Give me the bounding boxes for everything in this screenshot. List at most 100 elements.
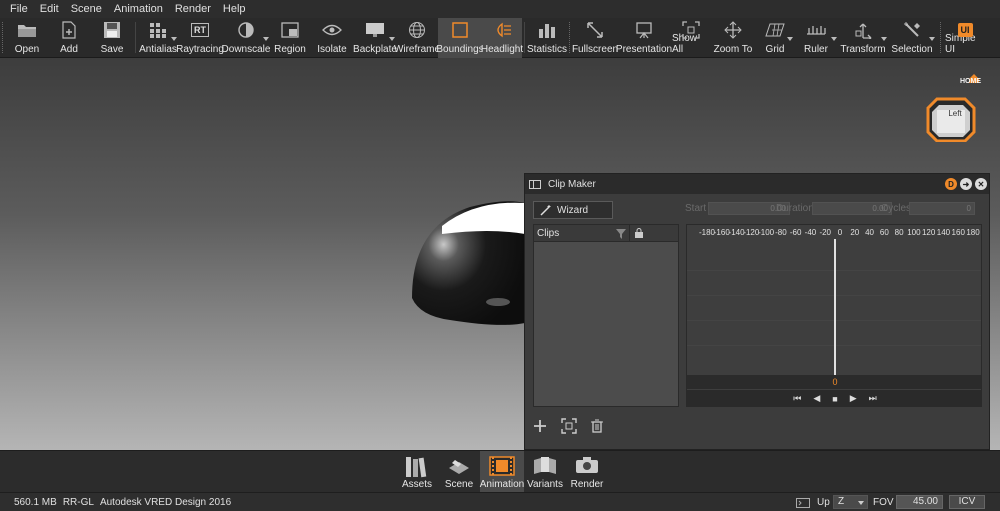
transport-controls: ⏮ ◀ ■ ▶ ⏭: [687, 390, 981, 406]
ruler-icon: [806, 21, 826, 39]
boundings-button[interactable]: Boundings: [436, 18, 484, 58]
dock-icon[interactable]: D: [945, 178, 957, 190]
icv-button[interactable]: ICV: [949, 495, 985, 509]
menu-edit[interactable]: Edit: [34, 0, 65, 18]
menu-animation[interactable]: Animation: [108, 0, 169, 18]
filter-icon[interactable]: [616, 229, 626, 239]
fov-field[interactable]: 45.00: [896, 495, 943, 509]
antialias-button[interactable]: Antialias: [138, 18, 178, 58]
simple-ui-button[interactable]: UI Simple UI: [945, 18, 985, 58]
chevron-down-icon[interactable]: [929, 37, 935, 41]
presentation-button[interactable]: Presentation: [616, 18, 672, 58]
arrow-right-icon[interactable]: ➜: [960, 178, 972, 190]
wizard-button[interactable]: Wizard: [533, 201, 613, 219]
toolbar-grip[interactable]: [940, 22, 943, 53]
variants-cards-icon: [534, 457, 556, 474]
headlight-button[interactable]: Headlight: [480, 18, 524, 58]
ruler-tick-label: 60: [879, 228, 889, 237]
ruler-tick-label: 80: [894, 228, 904, 237]
chevron-down-icon[interactable]: [787, 37, 793, 41]
lock-icon[interactable]: [635, 228, 643, 238]
skip-to-end-icon[interactable]: ⏭: [869, 393, 877, 404]
stop-icon[interactable]: ■: [832, 394, 837, 404]
terminal-icon[interactable]: [796, 498, 810, 508]
render-label: Render: [570, 479, 604, 490]
product-name: Autodesk VRED Design 2016: [99, 496, 232, 508]
zoom-to-label: Zoom To: [713, 44, 753, 55]
chevron-down-icon[interactable]: [263, 37, 269, 41]
downscale-button[interactable]: Downscale: [222, 18, 270, 58]
ruler-tick-label: -160: [713, 228, 730, 237]
save-label: Save: [100, 44, 124, 55]
raytracing-button[interactable]: RT Raytracing: [176, 18, 224, 58]
menu-help[interactable]: Help: [217, 0, 252, 18]
toolbar-grip[interactable]: [2, 22, 5, 53]
assets-module-button[interactable]: Assets: [395, 451, 439, 493]
open-button[interactable]: Open: [7, 18, 47, 58]
home-label[interactable]: HOME: [960, 78, 981, 85]
menu-render[interactable]: Render: [169, 0, 217, 18]
variants-module-button[interactable]: Variants: [523, 451, 567, 493]
add-clip-icon[interactable]: [533, 419, 547, 433]
column-divider: [629, 225, 630, 242]
transform-button[interactable]: Transform: [838, 18, 888, 58]
menu-scene[interactable]: Scene: [65, 0, 108, 18]
ruler-button[interactable]: Ruler: [794, 18, 838, 58]
save-button[interactable]: Save: [91, 18, 133, 58]
bar-chart-icon: [537, 21, 557, 39]
fov-label: FOV: [873, 497, 894, 508]
cube-face-label[interactable]: Left: [932, 109, 978, 118]
duration-field[interactable]: 0.00: [812, 202, 892, 215]
zoom-to-button[interactable]: Zoom To: [710, 18, 756, 58]
ruler-tick-label: -60: [789, 228, 802, 237]
chevron-down-icon[interactable]: [881, 37, 887, 41]
scene-module-button[interactable]: Scene: [437, 451, 481, 493]
chevron-down-icon[interactable]: [389, 37, 395, 41]
rt-badge: RT: [191, 23, 209, 37]
backplate-icon: [365, 21, 385, 39]
animation-module-button[interactable]: Animation: [480, 451, 524, 493]
cycles-field[interactable]: 0: [909, 202, 975, 215]
statistics-button[interactable]: Statistics: [527, 18, 567, 58]
up-axis-select[interactable]: Z: [833, 495, 868, 509]
play-backward-icon[interactable]: ◀: [813, 393, 820, 404]
headlight-label: Headlight: [480, 44, 524, 55]
clip-maker-icon: [529, 179, 541, 189]
trash-icon[interactable]: [591, 419, 603, 433]
floppy-icon: [102, 21, 122, 39]
clips-list[interactable]: Clips: [533, 224, 679, 407]
add-button[interactable]: Add: [47, 18, 91, 58]
isolate-label: Isolate: [317, 44, 347, 55]
backplate-button[interactable]: Backplate: [353, 18, 397, 58]
frame-selection-icon[interactable]: [561, 418, 577, 434]
playhead[interactable]: [834, 239, 836, 388]
menu-file[interactable]: File: [4, 0, 34, 18]
region-label: Region: [274, 44, 306, 55]
add-label: Add: [60, 44, 78, 55]
clip-maker-titlebar[interactable]: Clip Maker D ➜ ✕: [525, 174, 989, 194]
wireframe-button[interactable]: Wireframe: [394, 18, 440, 58]
navigation-cube[interactable]: HOME Left: [922, 72, 988, 143]
chevron-down-icon[interactable]: [171, 37, 177, 41]
folder-icon: [17, 21, 37, 39]
clip-timeline[interactable]: -180 -160 -140 -120 -100 -80 -60 -40 -20 0 20 40 60 8…: [686, 224, 982, 407]
scene-graph-icon: [449, 460, 469, 474]
play-forward-icon[interactable]: ▶: [850, 393, 857, 404]
render-module-button[interactable]: Render: [565, 451, 609, 493]
chevron-down-icon[interactable]: [831, 37, 837, 41]
show-all-button[interactable]: Show All: [672, 18, 710, 58]
skip-to-start-icon[interactable]: ⏮: [793, 393, 801, 404]
add-file-icon: [59, 21, 79, 39]
clip-actions: [533, 418, 603, 434]
isolate-button[interactable]: Isolate: [310, 18, 354, 58]
cycles-label: Cycles: [881, 203, 912, 214]
assets-label: Assets: [401, 479, 432, 490]
magic-wand-icon: [540, 205, 551, 216]
region-button[interactable]: Region: [270, 18, 310, 58]
close-icon[interactable]: ✕: [975, 178, 987, 190]
grid-button[interactable]: Grid: [756, 18, 794, 58]
fullscreen-button[interactable]: Fullscreen: [572, 18, 618, 58]
ruler-tick-label: 100: [907, 228, 921, 237]
selection-button[interactable]: Selection: [888, 18, 936, 58]
ui-badge: UI: [957, 23, 973, 37]
